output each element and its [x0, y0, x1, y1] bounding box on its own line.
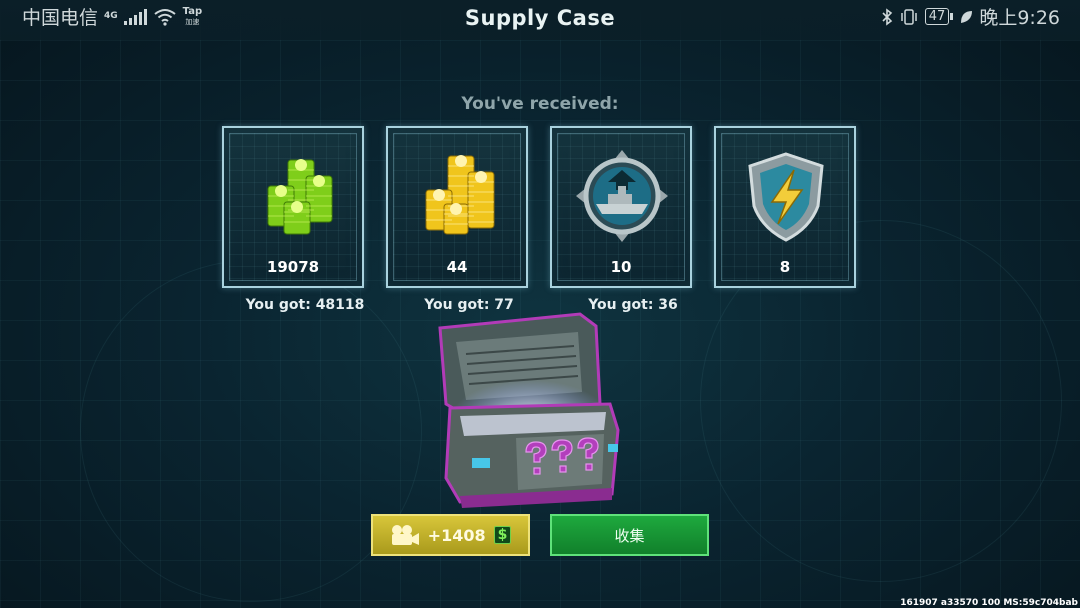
reward-card-warship-emblem: 10 [550, 126, 692, 288]
reward-amount: 8 [779, 258, 791, 276]
green-currency-stacks-icon [267, 159, 333, 235]
reward-amount: 10 [610, 258, 632, 276]
mystery-supply-chest-icon [438, 312, 620, 508]
reward-card-lightning-shield: 8 [714, 126, 856, 288]
page-title: Supply Case [464, 6, 616, 30]
reward-card-green-currency: 19078 [222, 126, 364, 288]
reward-total: You got: 48118 [245, 297, 365, 313]
received-heading: You've received: [461, 94, 619, 114]
reward-card-gold-currency: 44 [386, 126, 528, 288]
watch-ad-bonus-button[interactable]: +1408 $ [371, 514, 530, 556]
watch-ad-bonus-amount: +1408 [427, 525, 486, 545]
lightning-shield-icon [748, 152, 824, 242]
reward-amount: 44 [446, 258, 468, 276]
gold-currency-stacks-icon [425, 155, 495, 235]
collect-button[interactable]: 收集 [550, 514, 709, 556]
debug-build-info: 161907 a33570 100 MS:59c704bab [900, 598, 1078, 608]
collect-button-label: 收集 [614, 526, 645, 545]
dollar-currency-icon: $ [493, 526, 512, 544]
warship-emblem-icon [576, 150, 668, 242]
video-camera-icon [391, 525, 419, 545]
reward-amount: 19078 [266, 258, 320, 276]
